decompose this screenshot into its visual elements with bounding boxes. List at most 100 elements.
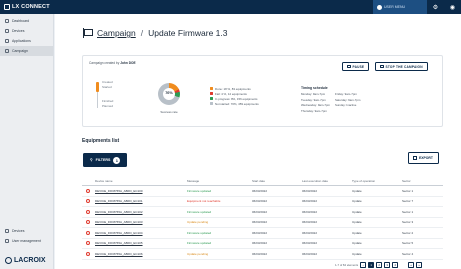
device-name-link[interactable]: DEVICE_FFF8765A_ABFD_EC105: [95, 241, 187, 245]
device-name-link[interactable]: DEVICE_FFF8765A_ABFD_EC102: [95, 210, 187, 214]
device-name-link[interactable]: DEVICE_FFF8765A_ABFD_EC103: [95, 220, 187, 224]
column-header[interactable]: Sector: [402, 179, 443, 183]
message-cell: Firmware updated: [187, 241, 212, 246]
sidebar-item-user-management[interactable]: User management: [0, 236, 54, 246]
operation-type-cell: Update: [352, 220, 362, 225]
status-legend: Done: 18 %, 83 equipments Fail: 4 %, 12 …: [210, 86, 259, 106]
legend-swatch: [210, 102, 213, 105]
legend-swatch: [210, 87, 213, 90]
legend-swatch: [210, 92, 213, 95]
sidebar-item-dashboard[interactable]: Dashboard: [0, 16, 53, 26]
page-button[interactable]: 4: [392, 262, 399, 268]
table-row[interactable]: DEVICE_FFF8765A_ABFD_EC102 Firmware updat…: [82, 207, 443, 218]
app-logo[interactable]: LX CONNECT: [0, 4, 50, 10]
status-alert-icon: [86, 251, 90, 256]
start-date-cell: 06/03/2022: [252, 199, 268, 204]
flag-icon: [83, 28, 93, 38]
message-cell: Update pending: [187, 251, 209, 256]
device-name-link[interactable]: DEVICE_FFF8765A_ABFD_EC101: [95, 199, 187, 203]
schedule-entry: Thursday: 9am-7pm: [301, 108, 327, 113]
pause-button[interactable]: PAUSE: [342, 62, 370, 71]
schedule-entry: Sunday: Inactive: [335, 103, 357, 107]
device-name-link[interactable]: DEVICE_FFF8765A_ABFD_EC100: [95, 189, 187, 193]
company-name: LACROIX: [14, 257, 46, 264]
schedule-entry: Monday: 9am-7pm: [301, 92, 326, 96]
export-button[interactable]: EXPORT: [408, 152, 439, 164]
stop-campaign-button[interactable]: STOP THE CAMPAIGN: [375, 62, 428, 71]
page-button[interactable]: 1: [368, 262, 375, 268]
status-alert-icon: [86, 241, 90, 246]
sector-cell: Sector 7: [402, 199, 414, 204]
last-execution-cell: 06/03/2022: [302, 220, 318, 225]
campaign-summary-card: Campaign created by John DOE PAUSE STOP …: [82, 55, 443, 127]
user-menu[interactable]: USER MENU: [373, 0, 427, 14]
pagination: 1-7 of 84 elements ‹ 1 2 3 4 « »: [335, 262, 423, 268]
operation-type-cell: Update: [352, 199, 362, 204]
schedule-entry: Friday: 9am-7pm: [335, 92, 357, 96]
dashboard-icon: [5, 19, 9, 23]
last-execution-cell: 06/03/2022: [302, 230, 318, 235]
column-header[interactable]: Last execution date: [302, 179, 352, 183]
table-row[interactable]: DEVICE_FFF8765A_ABFD_EC105 Firmware updat…: [82, 239, 443, 249]
last-execution-cell: 06/03/2022: [302, 209, 318, 214]
sidebar-item-devices[interactable]: Devices: [0, 26, 53, 36]
table-row[interactable]: DEVICE_FFF8765A_ABFD_EC103 Update pending…: [82, 218, 443, 228]
breadcrumb: Campaign / Update Firmware 1.3: [83, 28, 228, 38]
start-date-cell: 06/03/2022: [252, 209, 268, 214]
message-cell: Equipment not reachable: [187, 199, 221, 204]
start-date-cell: 06/03/2022: [252, 188, 268, 193]
filters-button[interactable]: ⚲ FILTERS 1: [83, 153, 127, 167]
sidebar-item-label: Dashboard: [12, 19, 30, 23]
status-alert-icon: [86, 188, 90, 193]
sector-cell: Sector 4: [402, 251, 414, 256]
page-button[interactable]: 2: [376, 262, 383, 268]
table-row[interactable]: DEVICE_FFF8765A_ABFD_EC101 Equipment not …: [82, 197, 443, 207]
first-page-button[interactable]: «: [408, 262, 415, 268]
page-title: Update Firmware 1.3: [148, 28, 228, 38]
schedule-entry: Wednesday: 9am-7pm: [301, 103, 331, 107]
filter-count-badge: 1: [113, 156, 121, 164]
sidebar-item-label: Applications: [12, 39, 31, 43]
page-button[interactable]: 3: [384, 262, 391, 268]
device-name-link[interactable]: DEVICE_FFF8765A_ABFD_EC106: [95, 252, 187, 256]
operation-type-cell: Update: [352, 188, 362, 193]
table-row[interactable]: DEVICE_FFF8765A_ABFD_EC100 Firmware updat…: [82, 186, 443, 197]
table-row[interactable]: DEVICE_FFF8765A_ABFD_EC104 Firmware updat…: [82, 228, 443, 239]
device-name-link[interactable]: DEVICE_FFF8765A_ABFD_EC104: [95, 231, 187, 235]
sector-cell: Sector 1: [402, 209, 414, 214]
start-date-cell: 06/03/2022: [252, 251, 268, 256]
column-header[interactable]: Start date: [252, 179, 302, 183]
applications-icon: [5, 39, 9, 43]
notifications-icon[interactable]: ◉: [444, 0, 461, 14]
status-alert-icon: [86, 199, 90, 204]
start-date-cell: 06/03/2022: [252, 220, 268, 225]
settings-gear-icon[interactable]: ⚙: [427, 0, 444, 14]
equipments-table: Device name Message Start date Last exec…: [82, 177, 443, 260]
sector-cell: Sector 5: [402, 241, 414, 246]
pause-icon: [347, 64, 351, 69]
timeline-progress: [96, 82, 99, 92]
lacroix-logo-icon: [5, 257, 12, 264]
status-alert-icon: [86, 220, 90, 225]
column-header[interactable]: Device name: [95, 179, 187, 183]
table-header: Device name Message Start date Last exec…: [82, 177, 443, 186]
success-rate-value: 76%: [165, 91, 173, 95]
devices-icon: [5, 29, 9, 33]
sidebar-item-label: Devices: [12, 29, 25, 33]
breadcrumb-campaign-link[interactable]: Campaign: [97, 28, 136, 38]
user-menu-label: USER MENU: [384, 5, 406, 9]
main-content: Campaign / Update Firmware 1.3 Campaign …: [55, 14, 461, 269]
download-icon: [413, 156, 417, 160]
operation-type-cell: Update: [352, 230, 362, 235]
table-row[interactable]: DEVICE_FFF8765A_ABFD_EC106 Update pending…: [82, 249, 443, 260]
prev-page-button[interactable]: ‹: [360, 262, 367, 268]
sidebar-item-applications[interactable]: Applications: [0, 36, 53, 46]
sidebar-item-devices-bottom[interactable]: Devices: [0, 226, 54, 236]
filter-icon: ⚲: [90, 158, 93, 162]
sidebar-item-campaign[interactable]: Campaign: [0, 46, 53, 56]
last-execution-cell: 06/03/2022: [302, 251, 318, 256]
column-header[interactable]: Type of operation: [352, 179, 402, 183]
avatar: [377, 4, 382, 10]
column-header[interactable]: Message: [187, 179, 252, 183]
last-page-button[interactable]: »: [416, 262, 423, 268]
